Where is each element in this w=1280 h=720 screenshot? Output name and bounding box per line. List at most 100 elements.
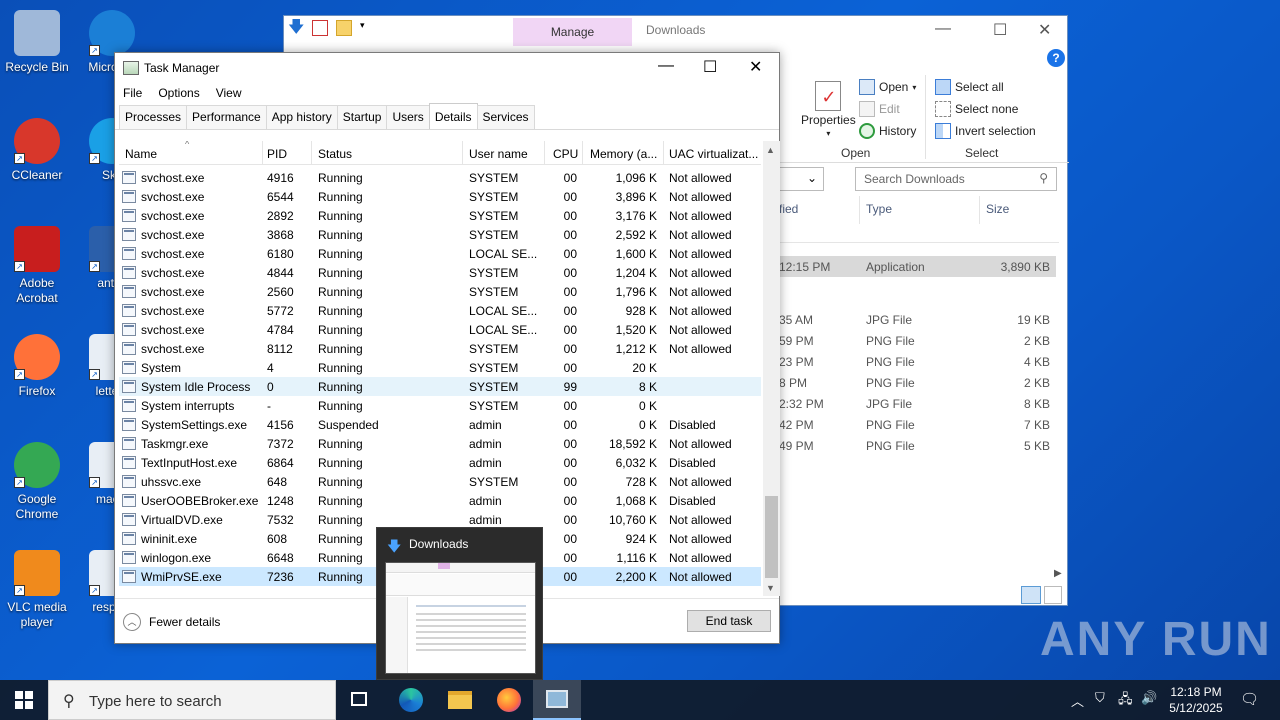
column-date-modified[interactable]: fied [779,202,798,216]
details-view-icon[interactable] [1021,586,1041,604]
help-icon[interactable]: ? [1047,49,1065,67]
downloads-thumbnail-preview[interactable]: 🡇 Downloads [376,527,543,680]
file-row[interactable]: 2:32 PM JPG File 8 KB [779,393,1056,414]
file-row[interactable]: 12:15 PM Application 3,890 KB [779,256,1056,277]
start-button[interactable] [0,680,48,720]
taskbar-firefox[interactable] [484,680,532,720]
table-row[interactable]: SystemSettings.exe 4156 Suspended admin 00 0 … [119,415,761,434]
fewer-details-button[interactable]: ︿ Fewer details [123,613,220,631]
tab-performance[interactable]: Performance [186,105,267,129]
tab-details[interactable]: Details [428,103,478,129]
file-row[interactable]: 35 AM JPG File 19 KB [779,309,1056,330]
column-status[interactable]: Status [318,147,458,161]
table-row[interactable]: System Idle Process 0 Running SYSTEM 99 8 K [119,377,761,396]
task-view-button[interactable] [336,680,384,720]
notifications-icon[interactable]: 🗨 [1240,690,1259,720]
large-icons-view-icon[interactable] [1044,586,1062,604]
tab-app-history[interactable]: App history [265,105,338,129]
column-pid[interactable]: PID [267,147,307,161]
explorer-close-button[interactable]: ✕ [1038,20,1051,40]
table-row[interactable]: svchost.exe 5772 Running LOCAL SE... 00 928 K… [119,301,761,320]
file-row[interactable]: 59 PM PNG File 2 KB [779,330,1056,351]
invert-selection-button[interactable]: Invert selection [935,123,1036,139]
table-row[interactable]: System 4 Running SYSTEM 00 20 K [119,358,761,377]
address-bar[interactable]: ⌄ [779,167,824,191]
column-cpu[interactable]: CPU [553,147,583,161]
taskbar-search-box[interactable]: ⚲ Type here to search [48,680,336,720]
show-hidden-icons-chevron-icon[interactable]: ︿ [1071,691,1084,720]
menu-view[interactable]: View [216,84,250,102]
column-name[interactable]: Name [125,147,255,161]
scroll-up-arrow[interactable]: ▲ [766,145,775,155]
tab-processes[interactable]: Processes [119,105,188,129]
properties-check-icon[interactable] [312,20,328,36]
explorer-minimize-button[interactable]: — [935,20,951,38]
table-row[interactable]: System interrupts - Running SYSTEM 00 0 K [119,396,761,415]
task-manager-titlebar[interactable]: Task Manager — ☐ ✕ [115,53,779,83]
table-row[interactable]: svchost.exe 6544 Running SYSTEM 00 3,896 K Not… [119,187,761,206]
file-row[interactable]: 42 PM PNG File 7 KB [779,414,1056,435]
vertical-scrollbar[interactable]: ▲ ▼ [763,141,780,596]
table-row[interactable]: svchost.exe 2560 Running SYSTEM 00 1,796 K Not… [119,282,761,301]
close-button[interactable]: ✕ [749,57,762,77]
table-row[interactable]: UserOOBEBroker.exe 1248 Running admin 00 1,06… [119,491,761,510]
column-user-name[interactable]: User name [469,147,544,161]
desktop-icon-recycle-bin[interactable]: Recycle Bin [0,10,74,75]
file-row[interactable]: 8 PM PNG File 2 KB [779,372,1056,393]
horizontal-scroll-right[interactable]: ▶ [1054,568,1062,579]
desktop-icon-ccleaner[interactable]: ↗ CCleaner [0,118,74,183]
desktop-icon-google-chrome[interactable]: ↗ Google Chrome [0,442,74,522]
qat-dropdown-icon[interactable]: ▾ [360,20,368,36]
minimize-button[interactable]: — [658,57,674,75]
menu-options[interactable]: Options [158,84,207,102]
desktop-icon-adobe-acrobat[interactable]: ↗ Adobe Acrobat [0,226,74,306]
history-button[interactable]: History [859,123,916,139]
file-row[interactable]: 49 PM PNG File 5 KB [779,435,1056,456]
column-uac-virtualization[interactable]: UAC virtualizat... [669,147,761,161]
explorer-maximize-button[interactable]: ☐ [993,20,1007,40]
table-row[interactable]: svchost.exe 6180 Running LOCAL SE... 00 1,600… [119,244,761,263]
clock[interactable]: 12:18 PM 5/12/2025 [1162,684,1230,716]
tab-users[interactable]: Users [386,105,430,129]
table-row[interactable]: svchost.exe 4916 Running SYSTEM 00 1,096 K Not… [119,168,761,187]
file-row[interactable]: 23 PM PNG File 4 KB [779,351,1056,372]
table-row[interactable]: svchost.exe 4784 Running LOCAL SE... 00 1,520… [119,320,761,339]
table-row[interactable]: Taskmgr.exe 7372 Running admin 00 18,592 K Not… [119,434,761,453]
select-none-button[interactable]: Select none [935,101,1018,117]
tab-manage[interactable]: Manage [513,18,632,46]
open-button[interactable]: Open ▾ [859,79,916,95]
table-row[interactable]: svchost.exe 8112 Running SYSTEM 00 1,212 K Not… [119,339,761,358]
properties-button[interactable]: ✓ Properties ▾ [801,81,856,138]
table-row[interactable]: uhssvc.exe 648 Running SYSTEM 00 728 K Not all… [119,472,761,491]
table-row[interactable]: svchost.exe 3868 Running SYSTEM 00 2,592 K Not… [119,225,761,244]
chevron-down-icon[interactable]: ⌄ [807,171,817,185]
table-row[interactable]: TextInputHost.exe 6864 Running admin 00 6,032… [119,453,761,472]
column-size[interactable]: Size [986,202,1009,216]
new-folder-icon[interactable] [336,20,352,36]
tab-startup[interactable]: Startup [336,105,388,129]
network-icon[interactable]: 🖧 [1118,690,1133,720]
taskbar-file-explorer[interactable] [435,680,483,720]
table-row[interactable]: svchost.exe 2892 Running SYSTEM 00 3,176 K Not… [119,206,761,225]
thumbnail-image[interactable] [385,562,536,674]
end-task-button[interactable]: End task [687,610,771,632]
scroll-down-arrow[interactable]: ▼ [766,583,775,593]
select-all-button[interactable]: Select all [935,79,1004,95]
explorer-titlebar[interactable]: 🡇 ▾ Manage Downloads — ☐ ✕ [284,16,1067,46]
search-input[interactable]: Search Downloads ⚲ [855,167,1057,191]
volume-icon[interactable]: 🔊 [1141,690,1157,720]
edit-button[interactable]: Edit [859,101,900,117]
desktop-icon-vlc-media-player[interactable]: ↗ VLC media player [0,550,74,630]
download-arrow-icon[interactable]: 🡇 [288,20,304,36]
column-type[interactable]: Type [866,202,892,216]
desktop-icon-firefox[interactable]: ↗ Firefox [0,334,74,399]
scrollbar-thumb[interactable] [765,496,778,578]
maximize-button[interactable]: ☐ [703,57,717,77]
taskbar-edge[interactable] [386,680,434,720]
taskbar-task-manager[interactable] [533,680,581,720]
security-icon[interactable]: ⛉ [1095,690,1105,720]
table-row[interactable]: svchost.exe 4844 Running SYSTEM 00 1,204 K Not… [119,263,761,282]
menu-file[interactable]: File [123,84,150,102]
tab-services[interactable]: Services [476,105,535,129]
column-memory[interactable]: Memory (a... [590,147,662,161]
